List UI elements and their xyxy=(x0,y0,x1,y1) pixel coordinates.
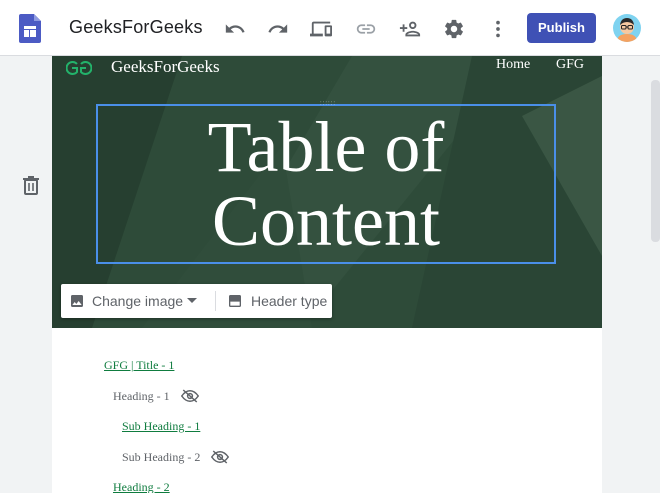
visibility-off-icon[interactable] xyxy=(210,450,230,464)
change-image-label: Change image xyxy=(92,293,184,309)
toc-item-sub-heading-1[interactable]: Sub Heading - 1 xyxy=(122,419,200,434)
toc-item-heading-2[interactable]: Heading - 2 xyxy=(113,480,170,493)
scrollbar-thumb[interactable] xyxy=(651,80,660,242)
control-divider xyxy=(215,291,216,311)
header-type-label: Header type xyxy=(251,293,328,309)
avatar[interactable] xyxy=(613,14,641,42)
gfg-logo[interactable] xyxy=(65,60,93,81)
nav-link-gfg[interactable]: GFG xyxy=(556,57,584,73)
header-type-button[interactable]: Header type xyxy=(217,284,332,318)
google-sites-logo[interactable] xyxy=(19,14,41,43)
nav-link-home[interactable]: Home xyxy=(496,57,530,73)
header-controls: Change image Header type xyxy=(61,284,332,318)
publish-button[interactable]: Publish xyxy=(527,13,596,43)
site-name[interactable]: GeeksForGeeks xyxy=(69,17,203,38)
delete-section-icon[interactable] xyxy=(22,175,40,195)
page-title[interactable]: Table of Content xyxy=(98,110,554,258)
page-canvas: GeeksForGeeks Home GFG :::::: Table of C… xyxy=(52,56,602,493)
visibility-off-icon[interactable] xyxy=(180,389,200,403)
top-toolbar: GeeksForGeeks Publish xyxy=(0,0,660,56)
more-vert-icon[interactable] xyxy=(487,18,509,40)
dropdown-arrow-icon xyxy=(187,298,197,303)
header-section[interactable]: GeeksForGeeks Home GFG :::::: Table of C… xyxy=(52,56,602,328)
toc-item-sub-heading-2[interactable]: Sub Heading - 2 xyxy=(122,450,200,465)
header-site-title[interactable]: GeeksForGeeks xyxy=(111,57,220,77)
toc-item-title-1[interactable]: GFG | Title - 1 xyxy=(104,358,174,373)
share-add-person-icon[interactable] xyxy=(399,18,421,40)
preview-devices-icon[interactable] xyxy=(310,18,332,40)
change-image-button[interactable]: Change image xyxy=(61,284,213,318)
header-title-textbox[interactable]: :::::: Table of Content xyxy=(96,101,556,264)
toc-item-heading-1[interactable]: Heading - 1 xyxy=(113,389,170,404)
link-icon[interactable] xyxy=(355,18,377,40)
settings-gear-icon[interactable] xyxy=(443,18,465,40)
redo-icon[interactable] xyxy=(267,18,289,40)
header-layout-icon xyxy=(229,295,241,307)
undo-icon[interactable] xyxy=(224,18,246,40)
image-icon xyxy=(71,295,83,307)
